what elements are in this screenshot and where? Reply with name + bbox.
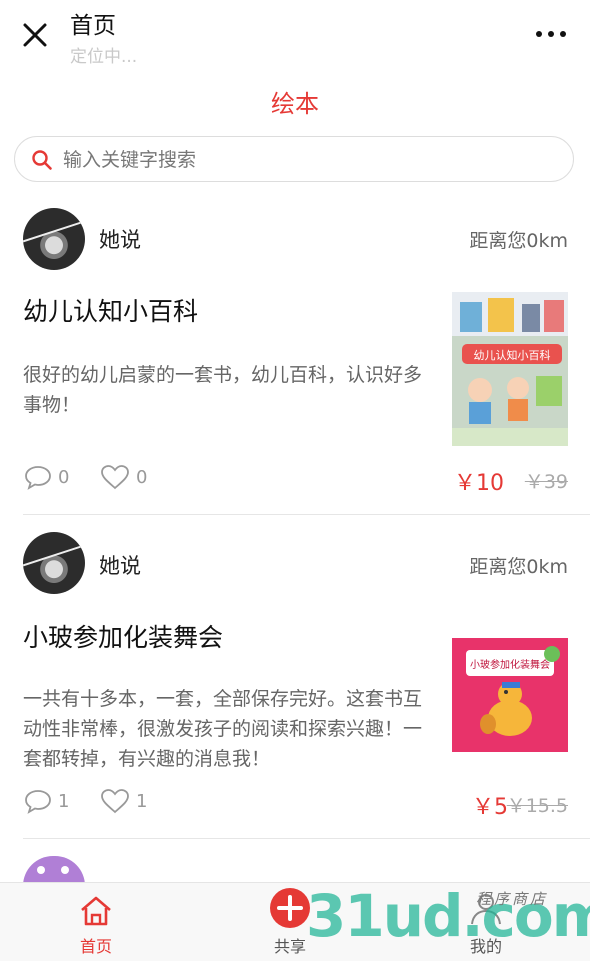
like-count[interactable]: 1 <box>100 788 147 814</box>
like-count[interactable]: 0 <box>100 464 147 490</box>
plus-circle-icon <box>270 888 310 928</box>
search-input[interactable] <box>61 143 545 177</box>
bottom-nav: 首页 共享 我的 <box>0 882 590 961</box>
book-description: 很好的幼儿启蒙的一套书，幼儿百科，认识好多事物！ <box>23 364 423 416</box>
nav-profile[interactable]: 我的 <box>426 883 546 961</box>
price: ￥10 <box>454 471 504 496</box>
book-cover-title: 幼儿认知小百科 <box>474 348 551 362</box>
book-cover-image[interactable]: 幼儿认知小百科 <box>452 292 568 446</box>
location-status: 定位中... <box>70 47 138 67</box>
distance: 距离您0km <box>469 230 568 252</box>
heart-icon <box>101 789 129 814</box>
original-price: ￥15.5 <box>506 795 568 817</box>
category-title: 绘本 <box>271 90 319 118</box>
nav-share[interactable]: 共享 <box>230 883 350 961</box>
list-item[interactable]: 她说 距离您0km 小玻参加化装舞会 一共有十多本，一套，全部保存完好。这套书互… <box>0 524 590 838</box>
page-title: 首页 <box>70 13 116 39</box>
book-title[interactable]: 小玻参加化装舞会 <box>23 618 223 654</box>
search-icon <box>32 150 52 170</box>
comment-icon <box>25 790 51 814</box>
username[interactable]: 她说 <box>99 550 141 580</box>
username[interactable]: 她说 <box>99 224 141 254</box>
comment-count[interactable]: 1 <box>24 788 69 814</box>
book-description: 一共有十多本，一套，全部保存完好。这套书互动性非常棒，很激发孩子的阅读和探索兴趣… <box>23 688 423 770</box>
book-cover-title: 小玻参加化装舞会 <box>470 658 550 671</box>
search-bar[interactable] <box>14 136 574 182</box>
comment-count[interactable]: 0 <box>24 464 69 490</box>
price: ￥5 <box>472 795 508 820</box>
nav-label-share: 共享 <box>273 937 306 956</box>
divider <box>23 514 590 515</box>
book-cover-image[interactable]: 小玻参加化装舞会 <box>452 638 568 752</box>
list-item[interactable]: 她说 距离您0km 幼儿认知小百科 很好的幼儿启蒙的一套书，幼儿百科，认识好多事… <box>0 200 590 514</box>
comment-icon <box>25 466 51 490</box>
book-title[interactable]: 幼儿认知小百科 <box>23 292 198 328</box>
avatar[interactable] <box>23 532 85 594</box>
divider <box>23 838 590 839</box>
avatar[interactable] <box>23 208 85 270</box>
home-icon <box>81 896 111 926</box>
nav-label-home: 首页 <box>79 937 112 956</box>
distance: 距离您0km <box>469 556 568 578</box>
user-icon <box>471 894 501 925</box>
top-bar: 首页 定位中... <box>0 0 590 72</box>
close-icon[interactable] <box>20 20 50 50</box>
original-price: ￥39 <box>524 471 568 493</box>
heart-icon <box>101 465 129 490</box>
nav-home[interactable]: 首页 <box>36 883 156 961</box>
nav-label-profile: 我的 <box>469 937 502 956</box>
more-icon[interactable] <box>536 28 568 40</box>
